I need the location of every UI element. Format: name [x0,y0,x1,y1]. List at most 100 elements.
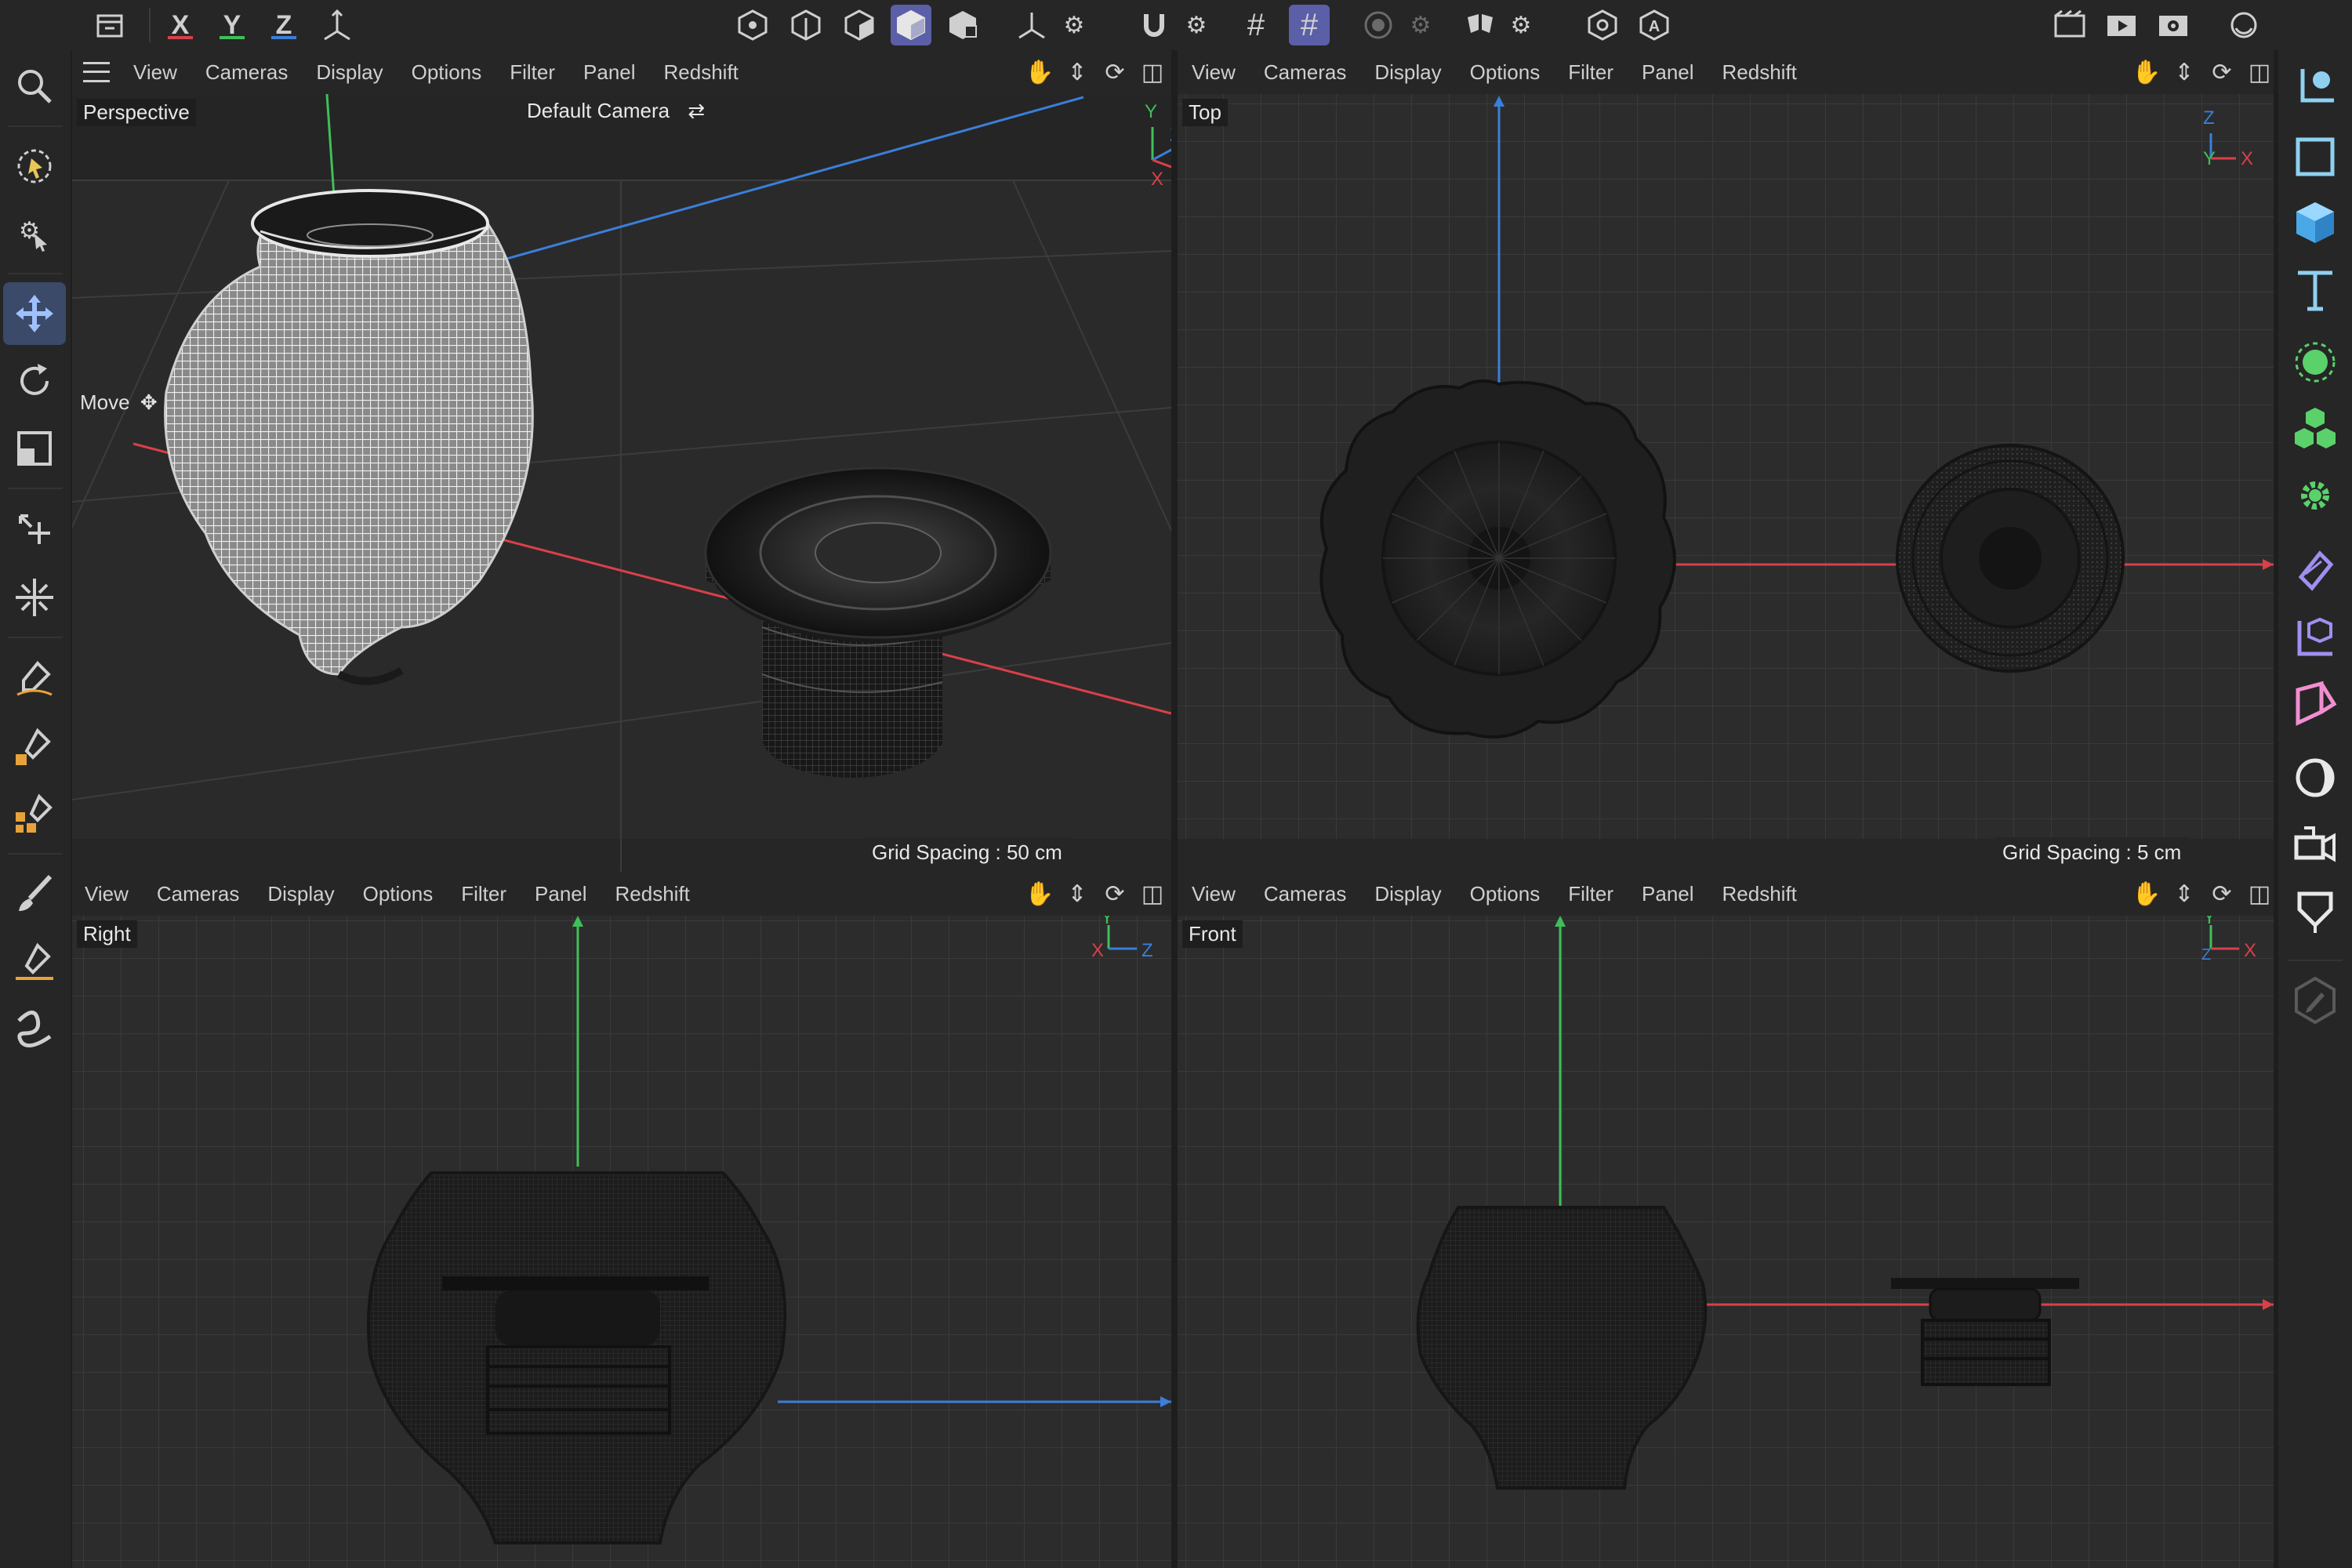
maximize-view-icon[interactable]: ◫ [2244,878,2274,909]
viewport-solo-icon[interactable] [1582,5,1623,45]
edit-pencil-icon[interactable] [2284,969,2347,1032]
menu-view[interactable]: View [1192,60,1236,85]
menu-filter[interactable]: Filter [1568,882,1613,906]
light-object-icon[interactable] [2284,880,2347,942]
menu-cameras[interactable]: Cameras [1264,882,1346,906]
menu-options[interactable]: Options [1470,882,1541,906]
locked-workplane-grid-icon[interactable]: # [1289,5,1330,45]
snap-magnet-icon[interactable] [1134,5,1174,45]
menu-panel[interactable]: Panel [1642,60,1694,85]
menu-options[interactable]: Options [363,882,434,906]
menu-cameras[interactable]: Cameras [1264,60,1346,85]
maximize-view-icon[interactable]: ◫ [1137,878,1168,909]
perspective-viewport[interactable]: View Cameras Display Options Filter Pane… [72,50,1171,873]
polygon-pen-icon[interactable] [3,782,66,845]
uv-mode-icon[interactable] [942,5,983,45]
menu-view[interactable]: View [85,882,129,906]
sketch-tool-icon[interactable] [3,997,66,1060]
menu-view[interactable]: View [1192,882,1236,906]
coordinate-system-icon[interactable] [317,5,358,45]
orbit-icon[interactable]: ⟳ [1099,878,1131,909]
top-canvas[interactable]: Z Y X Top Grid Spacing : 5 cm [1178,94,2274,873]
object-mode-icon[interactable] [786,5,826,45]
right-viewport[interactable]: View Cameras Display Options Filter Pane… [72,872,1171,1568]
menu-view[interactable]: View [133,60,177,85]
orbit-icon[interactable]: ⟳ [2206,56,2238,88]
points-mode-icon[interactable] [839,5,880,45]
symmetry-icon[interactable] [1460,5,1501,45]
menu-display[interactable]: Display [267,882,334,906]
menu-cameras[interactable]: Cameras [157,882,239,906]
pan-hand-icon[interactable]: ✋ [2131,878,2162,909]
cube-object-icon[interactable] [2284,191,2347,254]
placement-tool-icon[interactable] [3,566,66,629]
dolly-arrows-icon[interactable]: ⇕ [1062,878,1093,909]
pen-tool-icon[interactable] [3,648,66,710]
menu-redshift[interactable]: Redshift [1722,60,1797,85]
generator-object-icon[interactable] [2284,331,2347,394]
menu-redshift[interactable]: Redshift [1722,882,1797,906]
front-canvas[interactable]: Y Z X Front [1178,916,2274,1568]
volume-object-icon[interactable] [2284,674,2347,737]
transfer-tool-icon[interactable] [3,499,66,561]
soft-selection-settings-gear-icon[interactable]: ⚙ [1400,5,1441,45]
text-object-icon[interactable] [2284,259,2347,321]
vertical-viewport-splitter[interactable] [1171,50,1178,1568]
render-settings-icon[interactable] [2153,5,2194,45]
menu-filter[interactable]: Filter [510,60,555,85]
move-tool-icon[interactable] [3,282,66,345]
soft-selection-icon[interactable] [1358,5,1399,45]
live-selection-icon[interactable] [3,135,66,198]
y-axis-lock-button[interactable]: Y [212,5,252,45]
menu-options[interactable]: Options [1470,60,1541,85]
menu-redshift[interactable]: Redshift [615,882,690,906]
workplane-grid-icon[interactable]: # [1236,5,1276,45]
menu-display[interactable]: Display [1374,60,1441,85]
field-object-icon[interactable] [2284,607,2347,670]
menu-filter[interactable]: Filter [1568,60,1613,85]
orbit-icon[interactable]: ⟳ [1099,56,1131,88]
z-axis-lock-button[interactable]: Z [263,5,304,45]
cloner-object-icon[interactable] [2284,398,2347,461]
deformer-object-icon[interactable] [2284,539,2347,602]
effector-gear-icon[interactable] [2284,464,2347,527]
polygons-mode-icon[interactable] [891,5,931,45]
search-icon[interactable] [3,55,66,118]
menu-redshift[interactable]: Redshift [664,60,739,85]
render-view-icon[interactable] [2101,5,2142,45]
menu-panel[interactable]: Panel [535,882,587,906]
top-viewport[interactable]: View Cameras Display Options Filter Pane… [1178,50,2274,873]
orbit-icon[interactable]: ⟳ [2206,878,2238,909]
symmetry-settings-gear-icon[interactable]: ⚙ [1501,5,1541,45]
menu-panel[interactable]: Panel [1642,882,1694,906]
menu-display[interactable]: Display [316,60,383,85]
dolly-arrows-icon[interactable]: ⇕ [2169,878,2200,909]
rotate-tool-icon[interactable] [3,350,66,412]
perspective-canvas[interactable]: Y Z X Perspective Default Camera ⇄ Move … [72,94,1171,873]
menu-panel[interactable]: Panel [583,60,636,85]
pan-hand-icon[interactable]: ✋ [1024,56,1055,88]
auto-mode-icon[interactable]: A [1634,5,1675,45]
camera-object-icon[interactable] [2284,812,2347,875]
maximize-view-icon[interactable]: ◫ [2244,56,2274,88]
camera-switch-icon[interactable]: ⇄ [688,99,705,122]
pan-hand-icon[interactable]: ✋ [2131,56,2162,88]
undo-history-icon[interactable] [89,5,130,45]
menu-display[interactable]: Display [1374,882,1441,906]
hamburger-menu-icon[interactable] [83,62,110,82]
dolly-arrows-icon[interactable]: ⇕ [2169,56,2200,88]
snap-settings-gear-icon[interactable]: ⚙ [1176,5,1217,45]
environment-object-icon[interactable] [2284,746,2347,809]
maximize-view-icon[interactable]: ◫ [1137,56,1168,88]
scale-tool-icon[interactable] [3,417,66,480]
knife-tool-icon[interactable] [3,930,66,993]
spline-pen-icon[interactable] [3,715,66,778]
render-region-icon[interactable] [2049,5,2090,45]
axis-settings-gear-icon[interactable]: ⚙ [1054,5,1094,45]
default-camera-label[interactable]: Default Camera ⇄ [527,99,705,123]
x-axis-lock-button[interactable]: X [160,5,201,45]
null-object-icon[interactable] [2284,56,2347,119]
right-canvas[interactable]: Y X Z Right [72,916,1171,1568]
menu-cameras[interactable]: Cameras [205,60,288,85]
front-viewport[interactable]: View Cameras Display Options Filter Pane… [1178,872,2274,1568]
